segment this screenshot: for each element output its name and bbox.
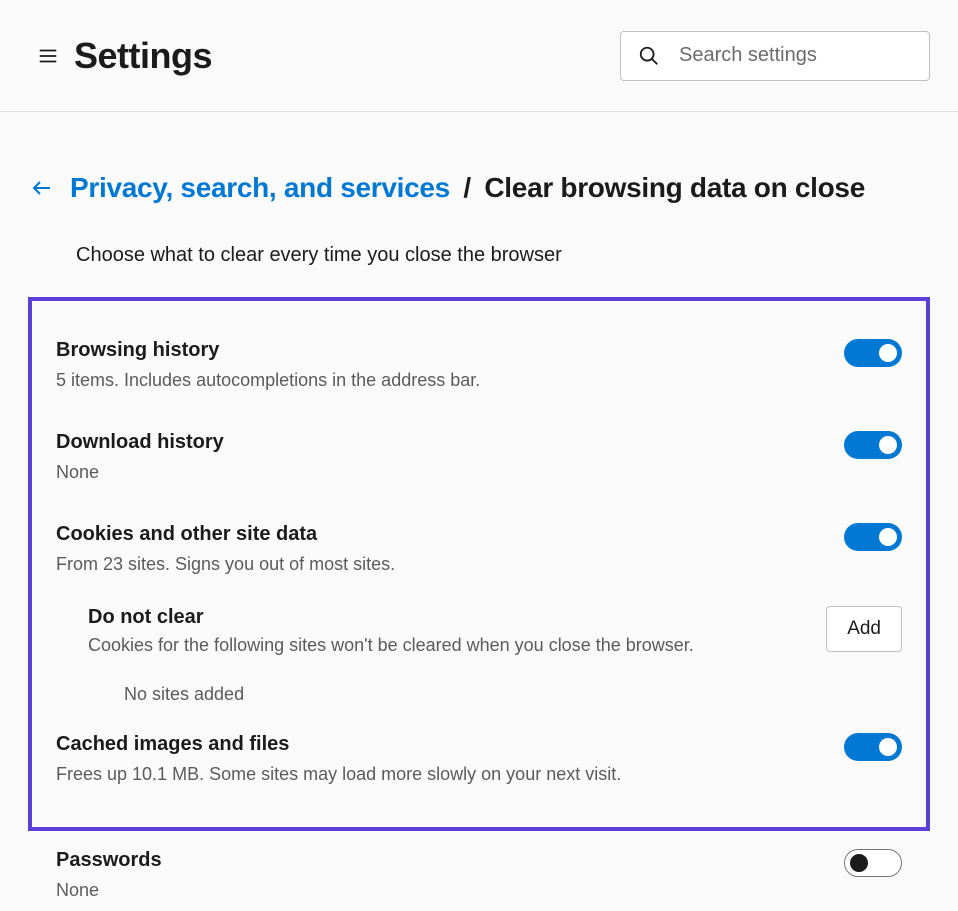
menu-button[interactable] [28, 36, 68, 76]
do-not-clear-empty: No sites added [88, 684, 902, 705]
setting-desc: None [56, 460, 824, 485]
setting-cookies: Cookies and other site data From 23 site… [56, 505, 902, 597]
breadcrumb: Privacy, search, and services / Clear br… [70, 172, 865, 204]
setting-title: Cookies and other site data [56, 523, 824, 546]
setting-desc: 5 items. Includes autocompletions in the… [56, 368, 824, 393]
setting-title: Cached images and files [56, 733, 824, 756]
setting-text: Browsing history 5 items. Includes autoc… [56, 339, 844, 393]
setting-download-history: Download history None [56, 413, 902, 505]
setting-title: Download history [56, 431, 824, 454]
toggle-cookies[interactable] [844, 523, 902, 551]
page-title: Settings [74, 35, 212, 77]
toggle-cached-images[interactable] [844, 733, 902, 761]
setting-passwords: Passwords None [56, 831, 902, 911]
search-input[interactable] [620, 31, 930, 81]
subheading: Choose what to clear every time you clos… [76, 244, 930, 267]
setting-text: Cookies and other site data From 23 site… [56, 523, 844, 577]
setting-text: Cached images and files Frees up 10.1 MB… [56, 733, 844, 787]
search-icon [638, 45, 660, 67]
hamburger-icon [37, 45, 59, 67]
header: Settings [0, 0, 958, 112]
setting-cached-images: Cached images and files Frees up 10.1 MB… [56, 715, 902, 807]
do-not-clear-section: Do not clear Cookies for the following s… [56, 598, 902, 715]
setting-text: Download history None [56, 431, 844, 485]
toggle-passwords[interactable] [844, 849, 902, 877]
below-highlight: Passwords None [28, 831, 930, 911]
do-not-clear-desc: Cookies for the following sites won't be… [88, 635, 806, 656]
breadcrumb-current: Clear browsing data on close [484, 172, 865, 203]
breadcrumb-separator: / [463, 172, 470, 203]
setting-title: Passwords [56, 849, 824, 872]
highlight-box: Browsing history 5 items. Includes autoc… [28, 297, 930, 831]
toggle-download-history[interactable] [844, 431, 902, 459]
do-not-clear-title: Do not clear [88, 606, 806, 629]
setting-text: Passwords None [56, 849, 844, 903]
search-wrap [620, 31, 930, 81]
setting-desc: From 23 sites. Signs you out of most sit… [56, 552, 824, 577]
setting-desc: Frees up 10.1 MB. Some sites may load mo… [56, 762, 824, 787]
add-button[interactable]: Add [826, 606, 902, 652]
setting-browsing-history: Browsing history 5 items. Includes autoc… [56, 321, 902, 413]
toggle-browsing-history[interactable] [844, 339, 902, 367]
breadcrumb-row: Privacy, search, and services / Clear br… [28, 172, 930, 204]
sub-text: Do not clear Cookies for the following s… [88, 606, 826, 656]
setting-desc: None [56, 878, 824, 903]
content: Privacy, search, and services / Clear br… [0, 112, 958, 911]
breadcrumb-link[interactable]: Privacy, search, and services [70, 172, 450, 203]
content-scroll[interactable]: Privacy, search, and services / Clear br… [0, 112, 958, 911]
arrow-left-icon [30, 176, 54, 200]
setting-title: Browsing history [56, 339, 824, 362]
back-button[interactable] [28, 174, 56, 202]
do-not-clear-row: Do not clear Cookies for the following s… [88, 606, 902, 656]
